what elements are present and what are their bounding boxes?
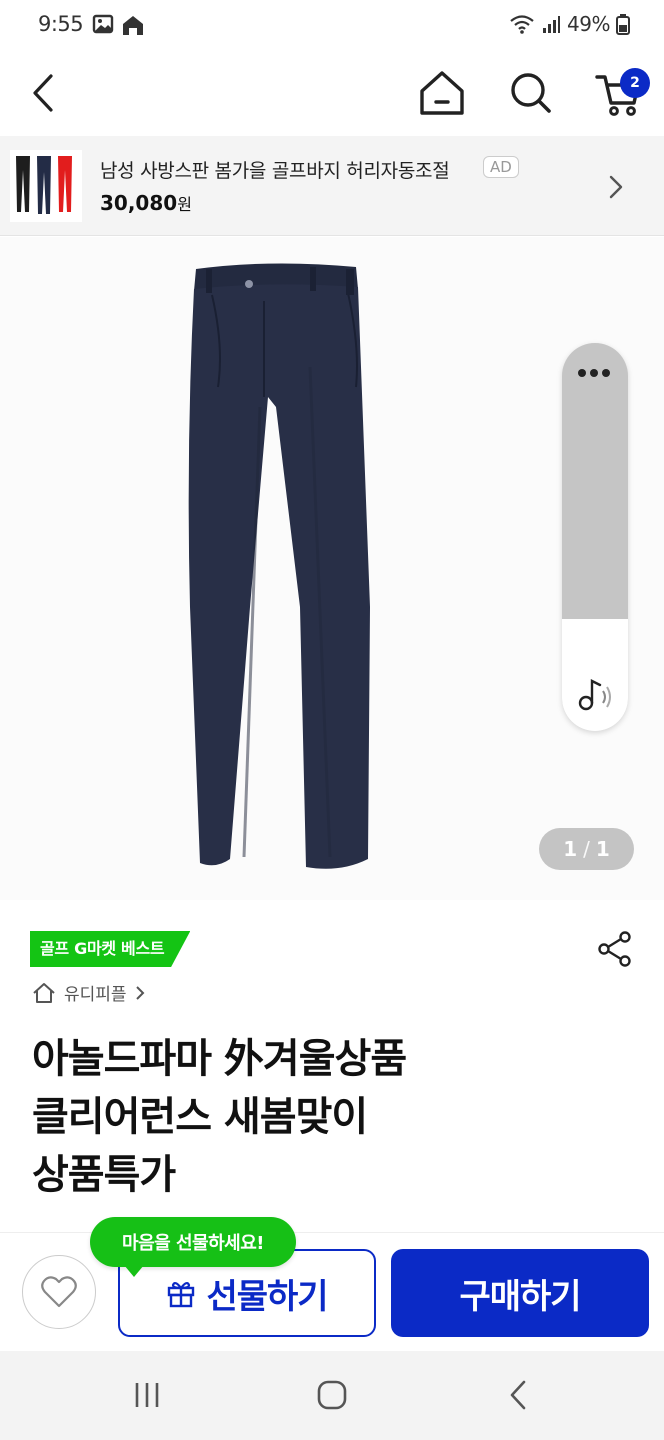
home-button[interactable]	[413, 64, 471, 122]
chevron-right-icon	[135, 985, 144, 1000]
buy-button-label: 구매하기	[459, 1276, 581, 1317]
gift-tooltip: 마음을 선물하세요!	[90, 1217, 296, 1277]
battery-percent: 49%	[567, 12, 610, 36]
search-button[interactable]	[502, 64, 560, 122]
product-info: 골프 G마켓 베스트 유디피플 아놀드파마 外겨울상품 클리어런스 새봄맞이 상…	[0, 900, 664, 1240]
product-image	[188, 263, 370, 869]
ad-price: 30,080원	[100, 191, 192, 215]
gallery-notification-icon	[92, 14, 114, 34]
ad-thumbnail	[10, 150, 82, 222]
share-icon[interactable]	[596, 930, 634, 968]
shop-name: 유디피플	[64, 985, 127, 1005]
floating-side-panel[interactable]	[562, 343, 628, 731]
battery-icon	[616, 14, 630, 35]
home-system-button[interactable]	[302, 1375, 362, 1415]
chevron-left-icon	[33, 74, 53, 112]
ad-tag: AD	[483, 156, 519, 178]
product-title-line: 아놀드파마 外겨울상품	[32, 1036, 407, 1082]
ad-price-unit: 원	[177, 195, 192, 214]
music-sound-icon[interactable]	[576, 673, 616, 713]
wishlist-button[interactable]	[22, 1255, 96, 1329]
image-page-indicator: 1 / 1	[539, 828, 634, 870]
ad-price-value: 30,080	[100, 191, 178, 215]
status-time: 9:55	[38, 12, 84, 36]
system-navigation-bar	[0, 1351, 664, 1440]
cart-button[interactable]: 2	[590, 64, 650, 122]
product-title-line: 상품특가	[32, 1152, 176, 1198]
buy-button[interactable]: 구매하기	[391, 1249, 649, 1337]
status-system-icons: 49%	[509, 12, 630, 36]
home-icon	[420, 71, 464, 115]
home-notification-icon	[123, 16, 143, 35]
recent-apps-icon	[135, 1383, 159, 1407]
shop-home-icon	[33, 982, 55, 1003]
back-system-button[interactable]	[488, 1375, 548, 1415]
total-pages: 1	[595, 837, 610, 861]
ad-title: 남성 사방스판 봄가을 골프바지 허리자동조절	[100, 160, 450, 182]
gift-icon	[168, 1281, 195, 1308]
back-button[interactable]	[14, 64, 72, 122]
wifi-icon	[510, 15, 534, 34]
more-options-icon[interactable]	[578, 369, 610, 377]
product-title: 아놀드파마 外겨울상품 클리어런스 새봄맞이 상품특가	[32, 1030, 632, 1204]
product-title-line: 클리어런스 새봄맞이	[32, 1094, 368, 1140]
top-nav: 2	[0, 52, 664, 136]
heart-icon	[41, 1276, 77, 1308]
product-image-gallery[interactable]: 1 / 1	[0, 237, 664, 900]
recent-apps-button[interactable]	[117, 1375, 177, 1415]
page-separator: /	[583, 837, 590, 861]
status-notification-icons	[92, 13, 146, 37]
status-bar: 9:55 49%	[0, 0, 664, 52]
best-badge[interactable]: 골프 G마켓 베스트	[30, 931, 191, 967]
home-circle-icon	[317, 1380, 347, 1410]
signal-icon	[543, 16, 561, 33]
side-panel-bottom	[562, 619, 628, 731]
gift-button-label: 선물하기	[206, 1276, 328, 1317]
cart-count-badge: 2	[620, 68, 650, 98]
current-page: 1	[563, 837, 578, 861]
back-arrow-icon	[510, 1380, 526, 1410]
shop-link[interactable]: 유디피플	[32, 980, 145, 1005]
ad-banner[interactable]: 남성 사방스판 봄가을 골프바지 허리자동조절 AD 30,080원	[0, 136, 664, 236]
search-icon	[511, 73, 551, 113]
chevron-right-icon	[609, 175, 623, 199]
